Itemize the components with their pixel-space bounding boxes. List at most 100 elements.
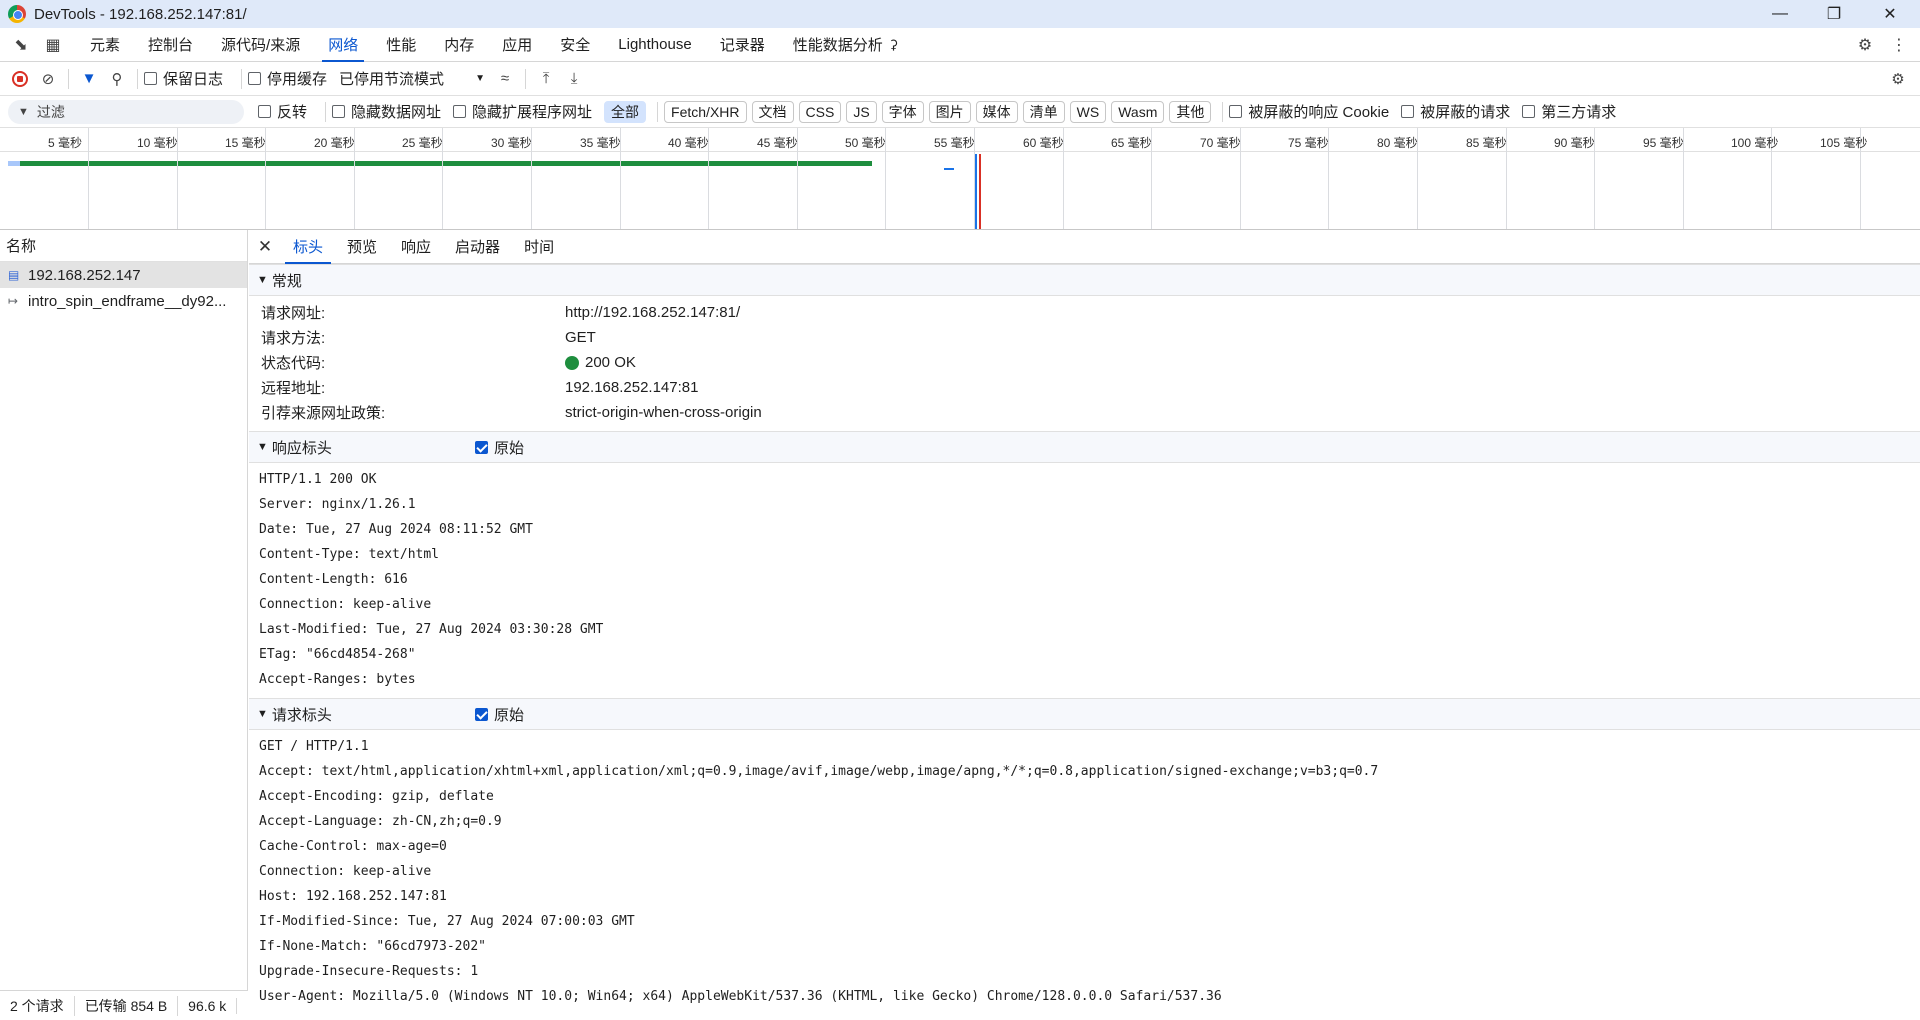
throttling-select[interactable]: 已停用节流模式 ▼	[339, 68, 485, 89]
close-window-button[interactable]: ✕	[1862, 0, 1918, 28]
disable-cache-checkbox[interactable]: 停用缓存	[248, 68, 327, 89]
inspect-element-icon[interactable]: ⬊	[8, 32, 34, 58]
chip-font[interactable]: 字体	[881, 100, 924, 123]
divider	[137, 68, 138, 89]
record-stop-button[interactable]	[6, 65, 34, 93]
close-details-button[interactable]: ✕	[249, 237, 281, 257]
timeline-overview[interactable]: 5 毫秒 10 毫秒 15 毫秒 20 毫秒 25 毫秒 30 毫秒 35 毫秒 40 毫秒 4…	[0, 128, 1920, 230]
list-item[interactable]: ▤ 192.168.252.147	[0, 262, 247, 288]
timeline-tick-label: 20 毫秒	[314, 136, 355, 150]
wifi-settings-icon: ≈	[500, 70, 510, 87]
response-headers-title: 响应标头	[271, 439, 332, 457]
chip-other[interactable]: 其他	[1169, 100, 1212, 123]
tab-lighthouse[interactable]: Lighthouse	[604, 28, 705, 62]
network-settings-button[interactable]: ⚙	[1884, 65, 1912, 93]
tab-sources[interactable]: 源代码/来源	[207, 28, 314, 62]
tab-security[interactable]: 安全	[546, 28, 604, 62]
general-row: 状态代码: 200 OK	[249, 350, 1920, 375]
domcontentloaded-marker	[975, 154, 977, 229]
tab-elements[interactable]: 元素	[76, 28, 134, 62]
chip-css[interactable]: CSS	[798, 100, 842, 123]
chip-ws[interactable]: WS	[1069, 100, 1107, 123]
tab-headers[interactable]: 标头	[281, 230, 335, 264]
chip-manifest[interactable]: 清单	[1022, 100, 1065, 123]
tab-memory[interactable]: 内存	[430, 28, 488, 62]
response-headers-section-header[interactable]: ▼ 响应标头 原始	[249, 431, 1920, 463]
list-item[interactable]: ↦ intro_spin_endframe__dy92...	[0, 288, 247, 314]
invert-checkbox[interactable]: 反转	[258, 101, 307, 122]
request-details-pane: ✕ 标头 预览 响应 启动器 时间 ▼ 常规 请求网址: http://192.1…	[249, 230, 1920, 1020]
more-options-icon[interactable]: ⋮	[1886, 32, 1912, 58]
request-name: intro_spin_endframe__dy92...	[28, 292, 227, 310]
chip-js[interactable]: JS	[846, 100, 877, 123]
chip-all[interactable]: 全部	[604, 100, 647, 123]
general-row: 远程地址: 192.168.252.147:81	[249, 375, 1920, 400]
tab-performance-insights[interactable]: 性能数据分析 ⚳	[779, 28, 913, 62]
blocked-requests-checkbox[interactable]: 被屏蔽的请求	[1401, 101, 1510, 122]
third-party-checkbox[interactable]: 第三方请求	[1522, 101, 1616, 122]
tab-console[interactable]: 控制台	[134, 28, 207, 62]
upload-icon: ⤒	[542, 70, 550, 87]
header-line: GET / HTTP/1.1	[259, 739, 369, 754]
hide-extension-urls-checkbox[interactable]: 隐藏扩展程序网址	[453, 101, 592, 122]
clear-icon: ⊘	[41, 70, 55, 88]
hide-data-urls-checkbox[interactable]: 隐藏数据网址	[332, 101, 441, 122]
search-button[interactable]: ⚲	[103, 65, 131, 93]
device-toolbar-icon[interactable]: ▦	[40, 32, 66, 58]
timeline-tick-label: 90 毫秒	[1554, 136, 1595, 150]
chip-img[interactable]: 图片	[928, 100, 971, 123]
restore-button[interactable]: ❐	[1806, 0, 1862, 28]
checkbox-box	[332, 105, 346, 118]
chip-doc[interactable]: 文档	[751, 100, 794, 123]
name-column-header[interactable]: 名称	[0, 230, 247, 262]
general-row: 引荐来源网址政策: strict-origin-when-cross-origin	[249, 400, 1920, 425]
resources-size: 96.6 k	[178, 997, 238, 1014]
window-title: DevTools - 192.168.252.147:81/	[34, 5, 247, 23]
header-line: Content-Type: text/html	[259, 547, 440, 562]
chip-fetch-xhr[interactable]: Fetch/XHR	[664, 100, 747, 123]
raw-label: 原始	[494, 439, 525, 457]
tab-response[interactable]: 响应	[389, 230, 443, 264]
timeline-tick-label: 45 毫秒	[757, 136, 798, 150]
header-line: Connection: keep-alive	[259, 597, 432, 612]
header-line: User-Agent: Mozilla/5.0 (Windows NT 10.0…	[259, 989, 1222, 1004]
settings-gear-icon[interactable]: ⚙	[1852, 32, 1878, 58]
row-value: GET	[565, 329, 596, 346]
general-section-header[interactable]: ▼ 常规	[249, 264, 1920, 296]
row-key: 状态代码:	[261, 355, 326, 372]
clear-button[interactable]: ⊘	[34, 65, 62, 93]
third-party-label: 第三方请求	[1541, 104, 1617, 121]
tab-application[interactable]: 应用	[488, 28, 546, 62]
chip-wasm[interactable]: Wasm	[1111, 100, 1165, 123]
filter-icon: ▼	[18, 105, 29, 118]
filter-placeholder: 过滤	[36, 103, 65, 120]
tab-performance[interactable]: 性能	[372, 28, 430, 62]
status-code-value: 200 OK	[565, 354, 636, 371]
blocked-cookies-checkbox[interactable]: 被屏蔽的响应 Cookie	[1229, 101, 1389, 122]
response-raw-checkbox[interactable]: 原始	[475, 437, 524, 458]
preserve-log-checkbox[interactable]: 保留日志	[144, 68, 223, 89]
disable-cache-label: 停用缓存	[267, 71, 328, 88]
timeline-tick-label: 60 毫秒	[1023, 136, 1064, 150]
timeline-tick-label: 95 毫秒	[1643, 136, 1684, 150]
filter-toggle-button[interactable]: ▼	[75, 65, 103, 93]
import-har-button[interactable]: ⤒	[532, 65, 560, 93]
minimize-button[interactable]: —	[1752, 0, 1808, 28]
raw-label: 原始	[494, 706, 525, 724]
general-row: 请求方法: GET	[249, 325, 1920, 350]
tab-network[interactable]: 网络	[314, 28, 372, 62]
export-har-button[interactable]: ⤓	[560, 65, 588, 93]
tab-timing[interactable]: 时间	[512, 230, 566, 264]
tab-preview[interactable]: 预览	[335, 230, 389, 264]
chip-media[interactable]: 媒体	[975, 100, 1018, 123]
request-headers-section-header[interactable]: ▼ 请求标头 原始	[249, 698, 1920, 730]
filter-input[interactable]: ▼ 过滤	[8, 99, 244, 124]
tab-recorder[interactable]: 记录器	[706, 28, 779, 62]
network-conditions-button[interactable]: ≈	[491, 65, 519, 93]
header-line: If-Modified-Since: Tue, 27 Aug 2024 07:0…	[259, 914, 635, 929]
timeline-tick-label: 40 毫秒	[668, 136, 709, 150]
divider	[525, 68, 527, 89]
request-raw-checkbox[interactable]: 原始	[475, 704, 524, 725]
tab-initiator[interactable]: 启动器	[443, 230, 512, 264]
request-list: 名称 ▤ 192.168.252.147 ↦ intro_spin_endfra…	[0, 230, 248, 990]
